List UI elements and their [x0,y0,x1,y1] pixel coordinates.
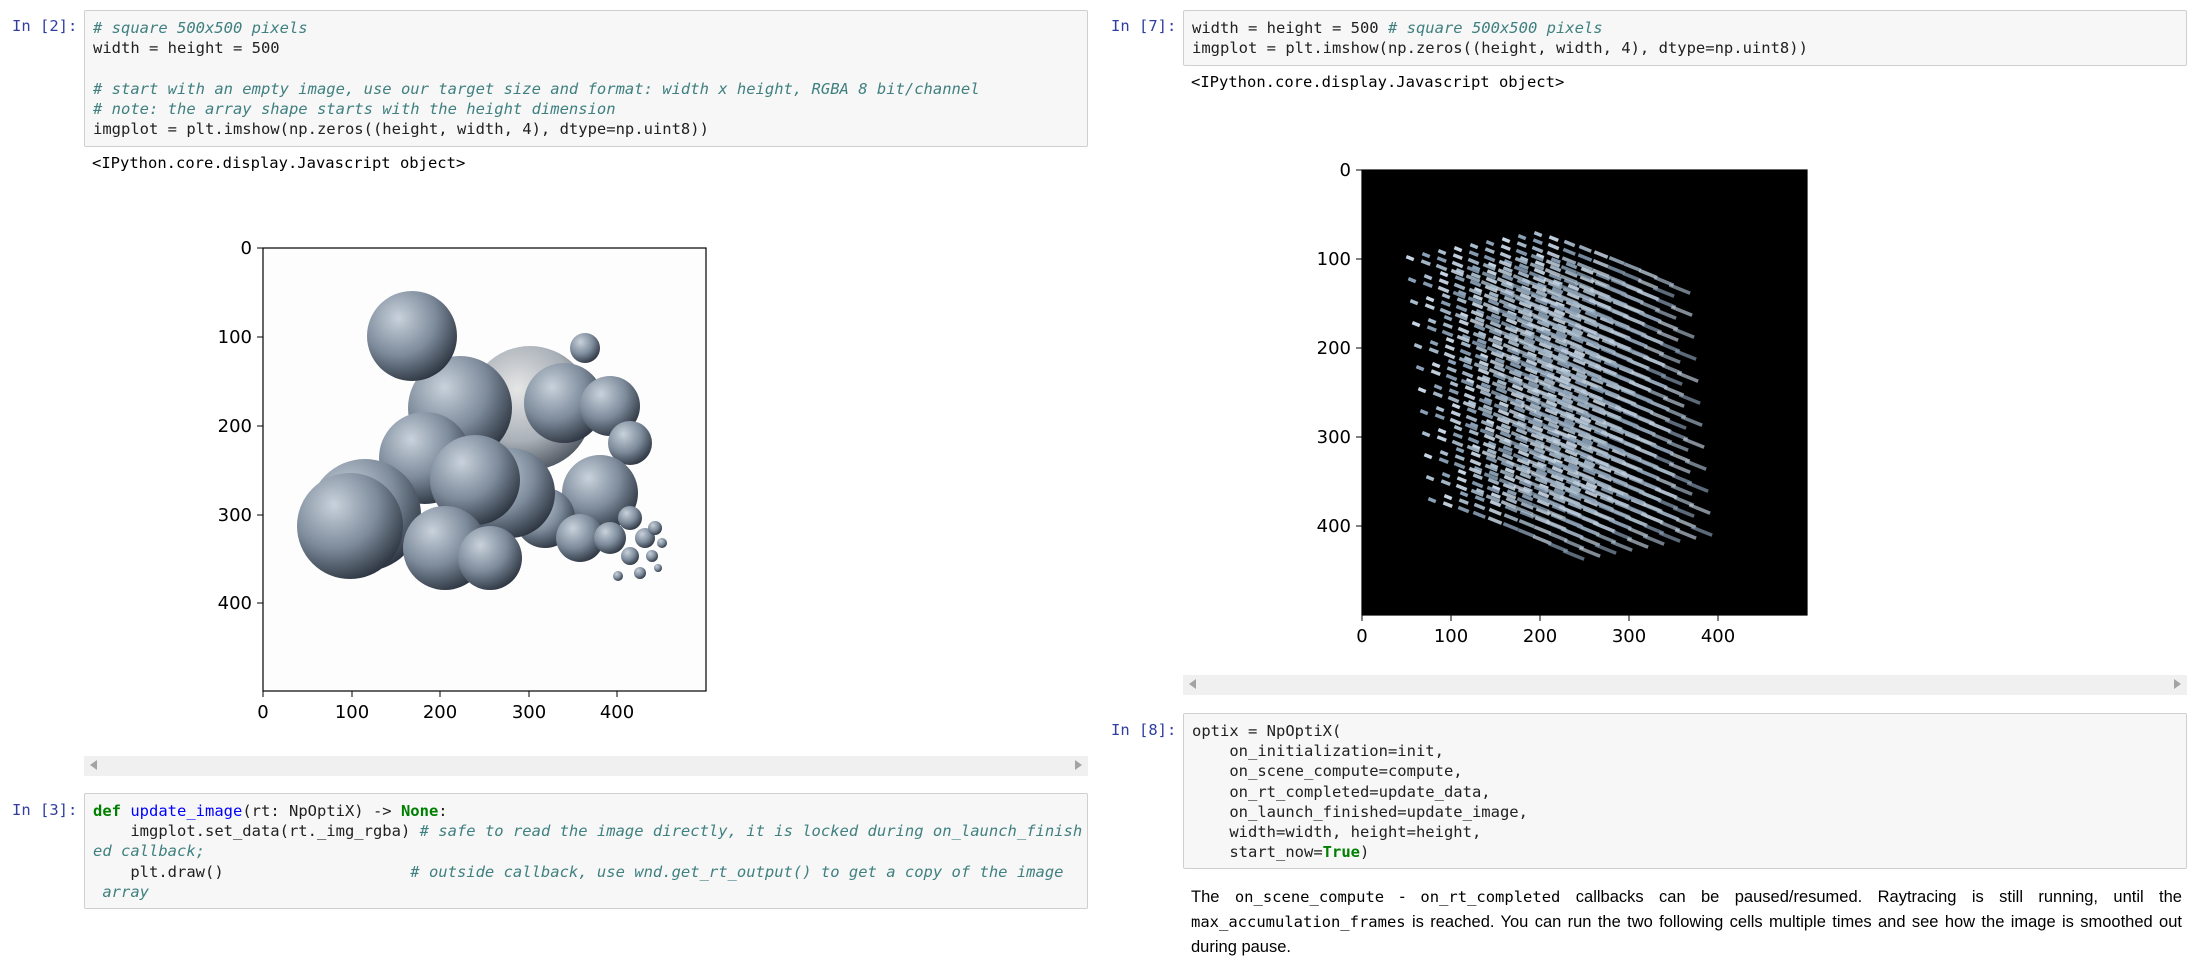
code-line: ) [1359,843,1370,862]
md-inline-code: on_scene_compute [1234,888,1385,906]
scroll-left-arrow-icon[interactable] [1189,679,1196,689]
x-tick-label: 0 [257,702,268,723]
x-tick-label: 300 [1612,626,1646,647]
code-comment: # square 500x500 pixels [93,19,308,37]
y-tick-label: 200 [218,416,252,437]
code-line: on_rt_completed=update_data, [1192,782,1491,801]
md-inline-code: on_rt_completed [1420,888,1561,906]
plot-figure-bars: 0 100 200 300 400 0 100 200 300 400 [1317,160,1808,647]
code-line: on_scene_compute=compute, [1192,762,1463,781]
code-editor[interactable]: width = height = 500 # square 500x500 pi… [1184,11,2186,65]
y-tick-label: 100 [1317,249,1351,270]
md-inline-code: max_accumulation_frames [1191,913,1406,931]
x-axis [262,691,618,697]
x-tick-label: 100 [1434,626,1468,647]
output-horizontal-scrollbar[interactable] [84,756,1088,776]
x-tick-label: 400 [600,702,634,723]
keyword-true: True [1322,843,1360,862]
code-comment: # safe to read the image directly, it is… [419,822,1083,841]
y-axis [1356,169,1362,527]
plot-figure-spheres: 0 100 200 300 400 0 100 200 300 400 [218,238,707,723]
code-cell-in8[interactable]: optix = NpOptiX( on_initialization=init,… [1183,713,2187,869]
code-colon: : [438,802,448,820]
y-tick-label: 400 [218,593,252,614]
y-tick-label: 300 [1317,427,1351,448]
code-cell-in3[interactable]: def update_image(rt: NpOptiX) -> None: i… [84,793,1088,909]
code-comment: array [93,882,149,901]
code-comment: # start with an empty image, use our tar… [93,79,980,98]
code-line: imgplot.set_data(rt._img_rgba) [93,822,420,841]
keyword-none: None [400,802,439,820]
md-text: - [1384,888,1421,906]
code-line: on_initialization=init, [1192,742,1444,761]
code-line: plt.draw() [93,862,411,881]
scroll-right-arrow-icon[interactable] [2174,679,2181,689]
y-tick-label: 400 [1317,516,1351,537]
code-line: on_launch_finished=update_image, [1192,802,1528,821]
code-editor[interactable]: optix = NpOptiX( on_initialization=init,… [1184,714,2186,869]
keyword-def: def [93,802,121,820]
cell-prompt-in7: In [7]: [1111,17,1177,35]
function-signature: (rt: NpOptiX) -> [242,802,401,820]
code-editor[interactable]: # square 500x500 pixels width = height =… [85,11,1087,146]
code-comment: # outside callback, use wnd.get_rt_outpu… [410,862,1064,881]
y-tick-label: 0 [241,238,252,259]
x-tick-label: 200 [1523,626,1557,647]
x-tick-label: 100 [335,702,369,723]
x-axis [1361,615,1719,621]
code-comment: ed callback; [93,842,205,861]
scroll-left-arrow-icon[interactable] [90,760,97,770]
cell-prompt-in8: In [8]: [1111,721,1177,739]
md-text: callbacks can be paused/resumed. Raytrac… [1560,888,2182,906]
code-line: imgplot = plt.imshow(np.zeros((height, w… [93,120,709,139]
y-tick-label: 100 [218,327,252,348]
x-tick-label: 0 [1356,626,1367,647]
x-tick-label: 400 [1701,626,1735,647]
markdown-cell: The on_scene_compute - on_rt_completed c… [1191,885,2182,960]
cell-prompt-in3: In [3]: [12,801,78,819]
cell-output-text: <IPython.core.display.Javascript object> [1191,73,1565,91]
x-tick-label: 200 [423,702,457,723]
code-cell-in7[interactable]: width = height = 500 # square 500x500 pi… [1183,10,2187,66]
code-line: imgplot = plt.imshow(np.zeros((height, w… [1192,39,1808,58]
y-tick-label: 0 [1340,160,1351,181]
y-tick-label: 200 [1317,338,1351,359]
output-horizontal-scrollbar[interactable] [1183,675,2187,695]
y-tick-label: 300 [218,505,252,526]
code-line: width = height = 500 [93,39,280,58]
cell-prompt-in2: In [2]: [12,17,78,35]
code-line: start_now= [1192,843,1323,862]
scroll-right-arrow-icon[interactable] [1075,760,1082,770]
code-line: optix = NpOptiX( [1192,722,1342,740]
code-line: width = height = 500 [1192,19,1388,37]
cell-output-text: <IPython.core.display.Javascript object> [92,154,466,172]
y-axis [257,247,263,604]
function-name: update_image [130,802,243,820]
code-comment: # note: the array shape starts with the … [93,99,616,118]
x-tick-label: 300 [512,702,546,723]
md-text: The [1191,888,1235,906]
code-line: width=width, height=height, [1192,823,1482,842]
code-comment: # square 500x500 pixels [1387,19,1603,37]
code-editor[interactable]: def update_image(rt: NpOptiX) -> None: i… [85,794,1087,909]
code-cell-in2[interactable]: # square 500x500 pixels width = height =… [84,10,1088,147]
